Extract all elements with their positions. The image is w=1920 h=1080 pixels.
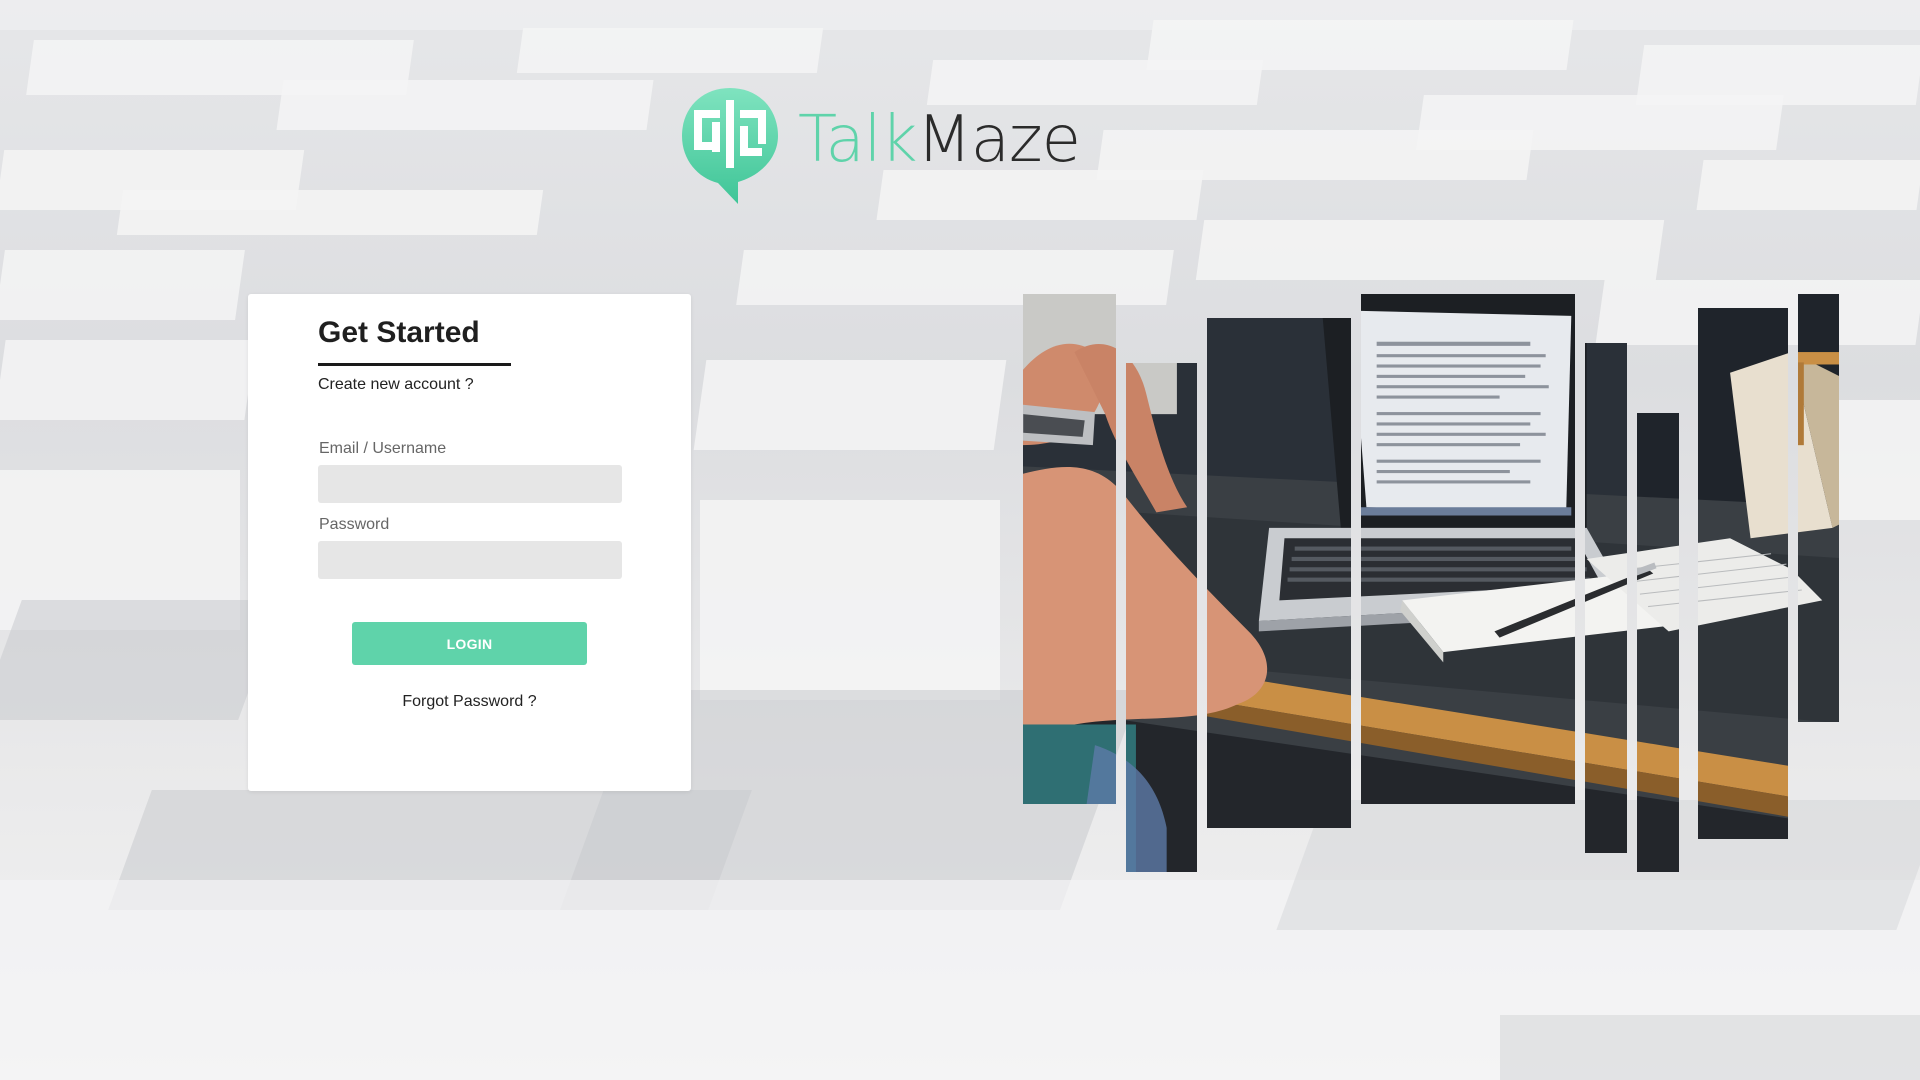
forgot-password-link[interactable]: Forgot Password ? — [248, 693, 691, 711]
maze-chat-bubble-icon — [680, 86, 780, 206]
login-card: Get Started Create new account ? Email /… — [248, 294, 691, 791]
brand-name-maze: Maze — [916, 103, 1081, 177]
brand-name: TalkMaze — [798, 108, 1081, 172]
title-underline — [318, 363, 511, 366]
brand-name-talk: Talk — [798, 103, 918, 177]
login-button[interactable]: LOGIN — [352, 622, 587, 665]
page-title: Get Started — [318, 316, 480, 349]
email-label: Email / Username — [319, 440, 447, 457]
brand-logo: TalkMaze — [680, 86, 1081, 206]
email-username-input[interactable] — [318, 465, 622, 503]
create-account-link[interactable]: Create new account ? — [318, 376, 474, 394]
password-label: Password — [319, 516, 390, 533]
password-input[interactable] — [318, 541, 622, 579]
